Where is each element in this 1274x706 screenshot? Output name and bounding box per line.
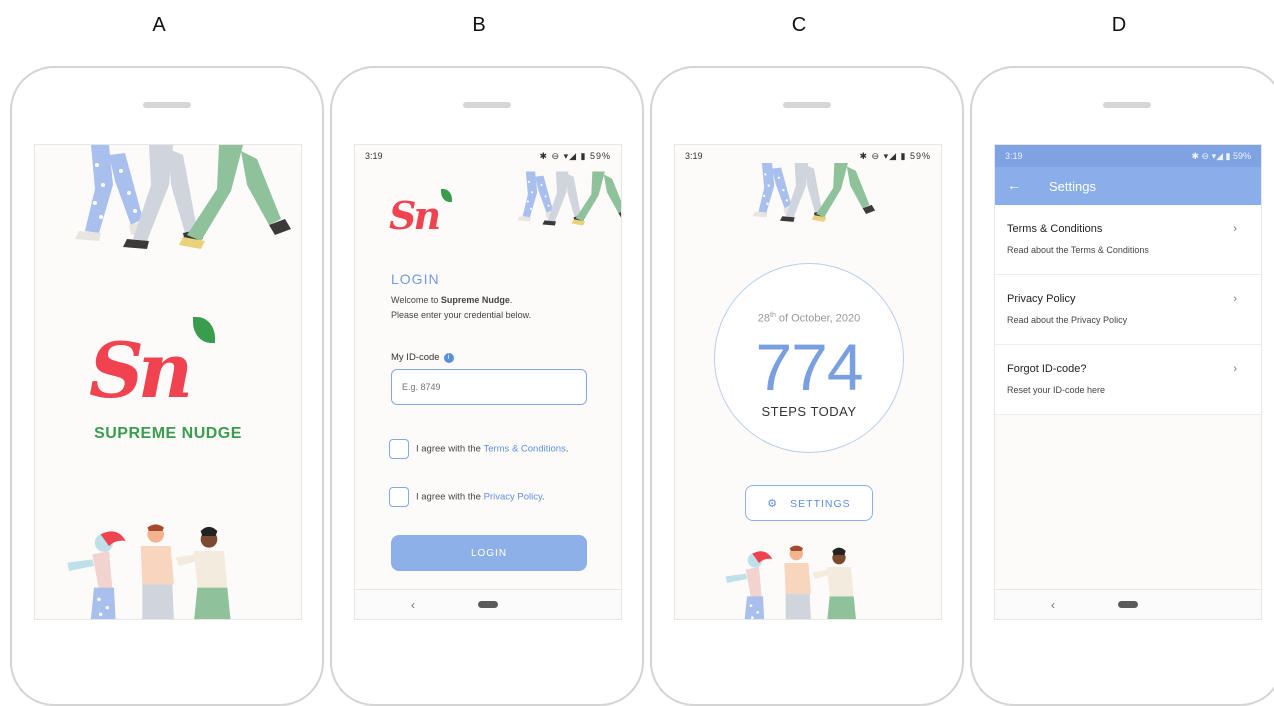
panel-d: D 3:19 ✱ ⊖ ▾◢ ▮ 59% ← Settings Terms & C…: [960, 0, 1274, 706]
splash-logo: Sn: [85, 305, 255, 425]
android-nav-bar: ‹: [355, 589, 621, 619]
status-time: 3:19: [1005, 151, 1023, 161]
id-code-input[interactable]: [391, 369, 587, 405]
splash-screen: Sn SUPREME NUDGE: [34, 144, 302, 620]
step-count: 774: [755, 330, 863, 404]
settings-button[interactable]: ⚙ SETTINGS: [745, 485, 873, 521]
logo-text: Sn: [89, 326, 193, 415]
phone-frame: 3:19 ✱ ⊖ ▾◢ ▮ 59% ← Settings Terms & Con…: [970, 66, 1274, 706]
nav-home-icon[interactable]: [478, 601, 498, 608]
terms-suffix: .: [565, 443, 569, 455]
leaf-icon: [441, 189, 452, 202]
privacy-link[interactable]: Privacy Policy: [484, 492, 542, 503]
gear-icon: ⚙: [767, 497, 779, 510]
people-illustration: [725, 545, 857, 619]
brand-name: SUPREME NUDGE: [94, 425, 242, 442]
settings-item-forgot-id[interactable]: Forgot ID-code? Reset your ID-code here …: [995, 345, 1261, 415]
id-code-label-text: My ID-code: [391, 352, 440, 363]
settings-item-privacy[interactable]: Privacy Policy Read about the Privacy Po…: [995, 275, 1261, 345]
walkers-illustration: [517, 171, 621, 226]
steps-today-label: STEPS TODAY: [761, 404, 857, 419]
walkers-illustration: [752, 163, 876, 222]
back-arrow-icon[interactable]: ←: [1007, 177, 1021, 193]
terms-link[interactable]: Terms & Conditions: [483, 444, 565, 455]
settings-item-desc: Read about the Terms & Conditions: [1007, 245, 1149, 255]
settings-screen: 3:19 ✱ ⊖ ▾◢ ▮ 59% ← Settings Terms & Con…: [994, 144, 1262, 620]
phone-speaker: [143, 102, 191, 108]
nav-home-icon[interactable]: [1118, 601, 1138, 608]
panel-a: A Sn SUPREME NUDGE: [0, 0, 324, 706]
android-nav-bar: ‹: [995, 589, 1261, 619]
login-title: LOGIN: [391, 271, 440, 287]
privacy-prefix: I agree with the: [416, 491, 484, 503]
phone-frame: Sn SUPREME NUDGE: [10, 66, 324, 706]
date-rest: of October, 2020: [775, 312, 861, 325]
panel-label: D: [1111, 14, 1127, 36]
date-day: 28: [757, 312, 770, 325]
phone-speaker: [1103, 102, 1151, 108]
leaf-icon: [193, 317, 215, 343]
step-date: 28th of October, 2020: [715, 312, 903, 325]
welcome-text: Welcome to Supreme Nudge.: [391, 295, 512, 305]
panel-label: A: [152, 14, 166, 36]
nav-back-icon[interactable]: ‹: [411, 598, 415, 612]
settings-item-title: Terms & Conditions: [1007, 223, 1103, 235]
logo-text: Sn: [389, 193, 441, 238]
nav-back-icon[interactable]: ‹: [1051, 598, 1055, 612]
terms-prefix: I agree with the: [416, 443, 484, 455]
settings-item-desc: Reset your ID-code here: [1007, 385, 1106, 395]
settings-item-terms[interactable]: Terms & Conditions Read about the Terms …: [995, 205, 1261, 275]
welcome-suffix: .: [509, 295, 513, 305]
terms-checkbox[interactable]: [389, 439, 409, 459]
steps-screen: 3:19 ✱ ⊖ ▾◢ ▮ 59% 28th of October, 2020 …: [674, 144, 942, 620]
status-time: 3:19: [365, 151, 383, 161]
status-time: 3:19: [685, 151, 703, 161]
login-screen: 3:19 ✱ ⊖ ▾◢ ▮ 59% Sn LOGIN Welcome to Su…: [354, 144, 622, 620]
people-illustration: [67, 524, 231, 619]
chevron-right-icon: ›: [1233, 223, 1237, 235]
terms-agree-row: I agree with the Terms & Conditions.: [389, 439, 568, 459]
step-counter-circle: 28th of October, 2020 774 STEPS TODAY: [714, 263, 904, 453]
privacy-agree-row: I agree with the Privacy Policy.: [389, 487, 545, 507]
phone-frame: 3:19 ✱ ⊖ ▾◢ ▮ 59% 28th of October, 2020 …: [650, 66, 964, 706]
phone-speaker: [463, 102, 511, 108]
phone-speaker: [783, 102, 831, 108]
panel-b: B 3:19 ✱ ⊖ ▾◢ ▮ 59% Sn LOGIN Welcome to …: [320, 0, 644, 706]
chevron-right-icon: ›: [1233, 363, 1237, 375]
settings-button-label: SETTINGS: [790, 497, 851, 510]
instruction-text: Please enter your credential below.: [391, 310, 532, 320]
walkers-illustration: [75, 145, 291, 249]
settings-title: Settings: [1049, 179, 1096, 194]
panel-label: B: [472, 14, 486, 36]
status-bar: 3:19 ✱ ⊖ ▾◢ ▮ 59%: [995, 145, 1261, 167]
login-button[interactable]: LOGIN: [391, 535, 587, 571]
panel-c: C 3:19 ✱ ⊖ ▾◢ ▮ 59% 28th of October, 202…: [640, 0, 964, 706]
privacy-suffix: .: [542, 491, 545, 503]
phone-frame: 3:19 ✱ ⊖ ▾◢ ▮ 59% Sn LOGIN Welcome to Su…: [330, 66, 644, 706]
panel-label: C: [791, 14, 807, 36]
status-icons: ✱ ⊖ ▾◢ ▮ 59%: [539, 151, 611, 161]
chevron-right-icon: ›: [1233, 293, 1237, 305]
id-code-label: My ID-code i: [391, 352, 454, 363]
info-icon[interactable]: i: [443, 353, 454, 363]
app-name: Supreme Nudge: [440, 295, 510, 305]
settings-header: ← Settings: [995, 167, 1261, 205]
login-logo: Sn: [389, 185, 479, 245]
status-icons: ✱ ⊖ ▾◢ ▮ 59%: [1191, 151, 1252, 161]
settings-item-title: Privacy Policy: [1007, 293, 1076, 305]
welcome-prefix: Welcome to: [391, 295, 441, 305]
settings-item-desc: Read about the Privacy Policy: [1007, 315, 1128, 325]
privacy-checkbox[interactable]: [389, 487, 409, 507]
settings-item-title: Forgot ID-code?: [1007, 363, 1087, 375]
status-icons: ✱ ⊖ ▾◢ ▮ 59%: [859, 151, 931, 161]
